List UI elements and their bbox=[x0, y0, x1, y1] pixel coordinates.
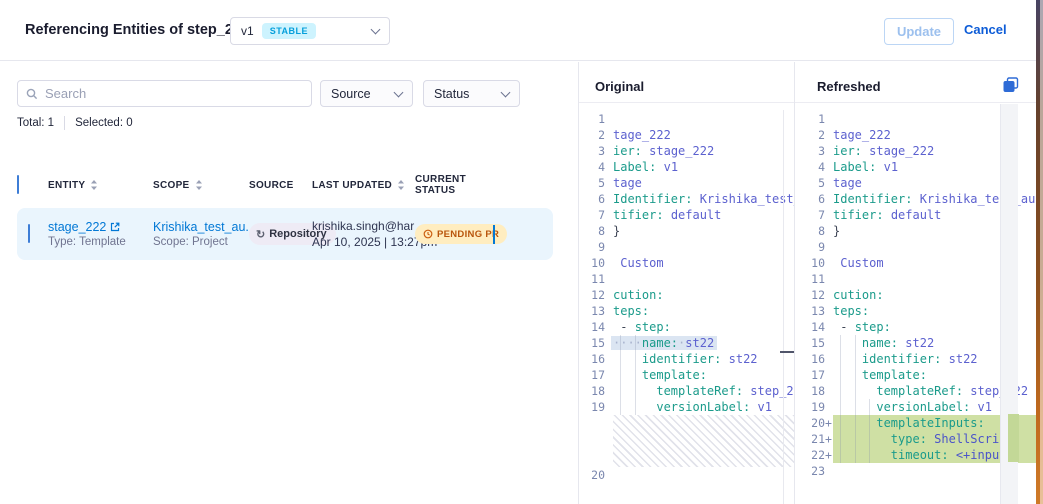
background-edge bbox=[1036, 0, 1043, 504]
code-line: 1 bbox=[579, 111, 794, 127]
code-line: 4Label: v1 bbox=[579, 159, 794, 175]
code-line: 15····name:·st22 bbox=[579, 335, 794, 351]
column-header-last-updated[interactable]: LAST UPDATED bbox=[312, 179, 415, 191]
chevron-down-icon bbox=[501, 87, 511, 97]
cancel-button[interactable]: Cancel bbox=[964, 22, 1007, 37]
code-line: 13teps: bbox=[579, 303, 794, 319]
sort-icon[interactable] bbox=[90, 179, 98, 191]
column-header-entity[interactable]: ENTITY bbox=[48, 179, 153, 191]
code-line: 17 template: bbox=[579, 367, 794, 383]
status-filter-label: Status bbox=[434, 87, 469, 101]
diff-pane: Original Refreshed 12tage_2223ier: stage… bbox=[578, 62, 1036, 504]
indent-guide bbox=[869, 399, 870, 463]
expand-row-chevron-icon[interactable] bbox=[493, 225, 495, 244]
selected-count: Selected: 0 bbox=[75, 117, 133, 129]
code-line: 10 Custom bbox=[579, 255, 794, 271]
code-line: 11 bbox=[579, 271, 794, 287]
sort-icon[interactable] bbox=[195, 179, 203, 191]
version-dropdown[interactable]: v1 STABLE bbox=[230, 17, 390, 45]
entity-link[interactable]: stage_222 bbox=[48, 220, 153, 234]
scope-link[interactable]: Krishika_test_au... bbox=[153, 220, 249, 234]
code-line: 14 - step: bbox=[579, 319, 794, 335]
code-line: 7tifier: default bbox=[579, 207, 794, 223]
code-line: 3ier: stage_222 bbox=[579, 143, 794, 159]
column-header-current-status: CURRENT STATUS bbox=[415, 174, 493, 196]
sort-icon[interactable] bbox=[397, 179, 405, 191]
row-checkbox[interactable] bbox=[28, 224, 30, 243]
select-all-checkbox[interactable] bbox=[17, 175, 19, 194]
total-count: Total: 1 bbox=[17, 117, 54, 129]
referencing-entities-pane: Source Status Total: 1 Selected: 0 ENTIT… bbox=[0, 62, 578, 504]
code-line: 8} bbox=[579, 223, 794, 239]
scrollbar-track[interactable] bbox=[1000, 104, 1018, 504]
table-header: ENTITY SCOPE SOURCE LAST UPDATED CURRENT… bbox=[17, 174, 553, 196]
search-input[interactable] bbox=[45, 86, 303, 101]
code-line: 9 bbox=[579, 239, 794, 255]
update-button[interactable]: Update bbox=[884, 18, 954, 45]
modal-header: Referencing Entities of step_222 v1 STAB… bbox=[0, 0, 1036, 61]
divider bbox=[64, 116, 65, 130]
code-line: 6Identifier: Krishika_test_aut bbox=[579, 191, 794, 207]
clock-icon bbox=[423, 229, 433, 239]
updated-by: krishika.singh@harnes... bbox=[312, 219, 415, 233]
code-line: 12cution: bbox=[579, 287, 794, 303]
source-filter-dropdown[interactable]: Source bbox=[320, 80, 413, 107]
indent-guide bbox=[620, 335, 621, 415]
column-header-source: SOURCE bbox=[249, 180, 312, 191]
original-panel-title: Original bbox=[595, 79, 644, 94]
table-row[interactable]: stage_222 Type: Template Krishika_test_a… bbox=[17, 208, 553, 260]
diff-connector-mark bbox=[780, 351, 794, 353]
copy-icon[interactable] bbox=[1003, 77, 1019, 93]
refreshed-panel-title: Refreshed bbox=[817, 79, 881, 94]
editor-ruler bbox=[783, 110, 784, 504]
status-filter-dropdown[interactable]: Status bbox=[423, 80, 520, 107]
diff-collapsed-region bbox=[613, 415, 794, 467]
indent-guide bbox=[840, 335, 841, 463]
code-line: 16 identifier: st22 bbox=[579, 351, 794, 367]
original-code-panel[interactable]: 12tage_2223ier: stage_2224Label: v15tage… bbox=[579, 104, 794, 504]
chevron-down-icon bbox=[371, 25, 381, 35]
code-line: 20 bbox=[579, 467, 794, 483]
version-label: v1 bbox=[241, 24, 254, 38]
diff-change-marker bbox=[1008, 414, 1019, 462]
repository-icon: ↻ bbox=[256, 228, 265, 241]
selection-summary: Total: 1 Selected: 0 bbox=[17, 116, 133, 130]
stable-badge: STABLE bbox=[262, 23, 316, 39]
entity-type: Type: Template bbox=[48, 236, 153, 248]
column-header-scope[interactable]: SCOPE bbox=[153, 179, 249, 191]
updated-at: Apr 10, 2025 | 13:27pm bbox=[312, 235, 415, 249]
search-box bbox=[17, 80, 312, 107]
code-line: 19 versionLabel: v1 bbox=[579, 399, 794, 415]
scope-sub: Scope: Project bbox=[153, 236, 249, 248]
source-filter-label: Source bbox=[331, 87, 371, 101]
code-line: 18 templateRef: step_222 bbox=[579, 383, 794, 399]
page-title: Referencing Entities of step_222 bbox=[25, 22, 249, 38]
diff-header: Original Refreshed bbox=[579, 62, 1036, 103]
search-icon bbox=[26, 88, 38, 100]
external-link-icon bbox=[110, 222, 120, 232]
indent-guide bbox=[855, 335, 856, 463]
code-line: 2tage_222 bbox=[579, 127, 794, 143]
indent-guide bbox=[635, 335, 636, 415]
code-line: 5tage bbox=[579, 175, 794, 191]
chevron-down-icon bbox=[394, 87, 404, 97]
